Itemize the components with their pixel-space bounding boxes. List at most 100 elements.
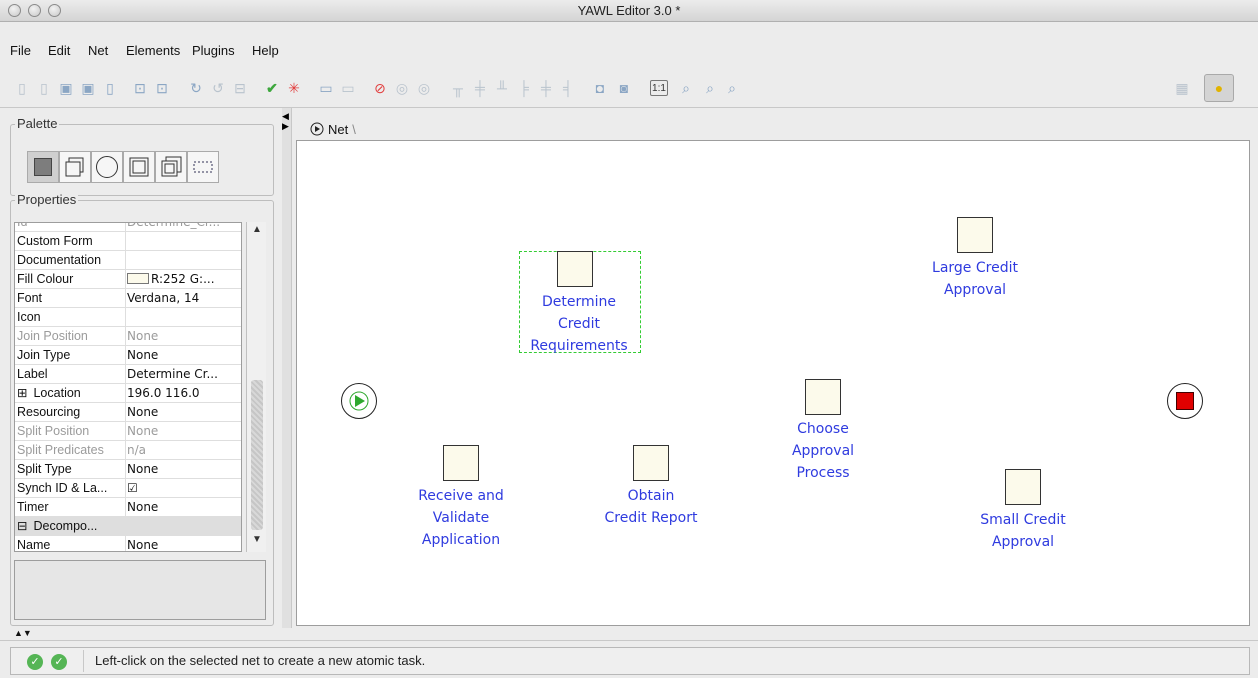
property-row[interactable]: Split Predicates n/a (15, 441, 241, 460)
property-row[interactable]: Resourcing None (15, 403, 241, 422)
atomic-task-tool[interactable] (27, 151, 59, 183)
property-value[interactable]: Verdana, 14 (127, 289, 241, 307)
collapse-icon[interactable]: ⊟ (17, 519, 27, 533)
validate-icon[interactable]: ✔ (262, 78, 282, 98)
align-middle-icon[interactable]: ╪ (470, 78, 490, 98)
property-value[interactable]: ☑ (127, 479, 241, 497)
vertical-split-arrows-icon[interactable]: ▲▼ (14, 628, 32, 638)
export-icon[interactable]: ⊡ (152, 78, 172, 98)
save-icon[interactable]: ▣ (56, 78, 76, 98)
notes-icon[interactable]: ● (1204, 74, 1234, 102)
align-bottom-icon[interactable]: ╨ (492, 78, 512, 98)
expand-icon[interactable]: ⊞ (17, 386, 27, 400)
expand-right-icon[interactable]: ▶ (282, 122, 289, 131)
import-icon[interactable]: ⊡ (130, 78, 150, 98)
property-row[interactable]: Split Type None (15, 460, 241, 479)
menu-elements[interactable]: Elements (126, 43, 180, 58)
increase-size-icon[interactable]: ◘ (590, 78, 610, 98)
close-specification-icon[interactable]: ▯ (100, 78, 120, 98)
properties-scrollbar[interactable]: ▲ ▼ (246, 222, 266, 552)
multiple-composite-task-tool[interactable] (155, 151, 187, 183)
new-specification-icon[interactable]: ▯ (12, 78, 32, 98)
property-row[interactable]: ⊟ Decompo... (15, 517, 241, 536)
menu-file[interactable]: File (10, 43, 31, 58)
add-net-icon[interactable]: ▭ (316, 78, 336, 98)
property-row[interactable]: Fill Colour R:252 G:... (15, 270, 241, 289)
grid-icon[interactable]: ▦ (1172, 78, 1192, 98)
property-row[interactable]: Id Determine_Cr... (15, 223, 241, 232)
property-row[interactable]: Timer None (15, 498, 241, 517)
scroll-up-icon[interactable]: ▲ (250, 224, 264, 238)
property-value[interactable]: n/a (127, 441, 241, 459)
task-label-determine[interactable]: Determine Credit Requirements (509, 291, 649, 357)
menu-help[interactable]: Help (252, 43, 279, 58)
property-value[interactable]: None (127, 422, 241, 440)
tab-net[interactable]: Net \ (302, 118, 364, 140)
property-row[interactable]: ⊞ Location 196.0 116.0 (15, 384, 241, 403)
property-value[interactable]: Determine Cr... (127, 365, 241, 383)
property-value[interactable]: None (127, 498, 241, 516)
task-label-obtain[interactable]: Obtain Credit Report (581, 485, 721, 529)
task-label-choose[interactable]: Choose Approval Process (753, 418, 893, 484)
property-value[interactable] (127, 517, 241, 535)
multiple-atomic-task-tool[interactable] (59, 151, 91, 183)
condition-tool[interactable] (91, 151, 123, 183)
net-canvas[interactable]: Determine Credit Requirements Large Credit… (296, 140, 1250, 626)
task-label-large[interactable]: Large Credit Approval (905, 257, 1045, 301)
property-row[interactable]: Synch ID & La... ☑ (15, 479, 241, 498)
composite-task-tool[interactable] (123, 151, 155, 183)
property-value[interactable]: 196.0 116.0 (127, 384, 241, 402)
scroll-thumb[interactable] (251, 380, 263, 530)
data-variables-icon[interactable]: ◎ (392, 78, 412, 98)
task-obtain-credit-report[interactable] (633, 445, 669, 481)
property-row[interactable]: Join Type None (15, 346, 241, 365)
property-row[interactable]: Split Position None (15, 422, 241, 441)
decrease-size-icon[interactable]: ◙ (614, 78, 634, 98)
zoom-out-icon[interactable]: ⌕ (676, 78, 696, 98)
zoom-in-icon[interactable]: ⌕ (700, 78, 720, 98)
menu-net[interactable]: Net (88, 43, 108, 58)
property-value[interactable]: None (127, 346, 241, 364)
property-value[interactable]: R:252 G:... (127, 270, 241, 288)
align-right-icon[interactable]: ╡ (558, 78, 578, 98)
task-small-credit-approval[interactable] (1005, 469, 1041, 505)
split-pane-divider[interactable]: ◀ ▶ (282, 108, 292, 628)
save-as-icon[interactable]: ▣ (78, 78, 98, 98)
property-value[interactable]: None (127, 536, 241, 551)
output-condition[interactable] (1167, 383, 1203, 419)
property-value[interactable]: None (127, 327, 241, 345)
property-row[interactable]: Label Determine Cr... (15, 365, 241, 384)
task-choose-approval-process[interactable] (805, 379, 841, 415)
menu-edit[interactable]: Edit (48, 43, 70, 58)
property-value[interactable] (127, 251, 241, 269)
zoom-fit-icon[interactable]: ⌕ (722, 78, 742, 98)
marquee-selection-tool[interactable] (187, 151, 219, 183)
align-left-icon[interactable]: ╞ (514, 78, 534, 98)
remove-net-icon[interactable]: ▭ (338, 78, 358, 98)
property-value[interactable]: None (127, 403, 241, 421)
menu-plugins[interactable]: Plugins (192, 43, 235, 58)
delete-icon[interactable]: ⊟ (230, 78, 250, 98)
input-condition[interactable] (341, 383, 377, 419)
task-large-credit-approval[interactable] (957, 217, 993, 253)
property-row[interactable]: Name None (15, 536, 241, 551)
scroll-down-icon[interactable]: ▼ (250, 534, 264, 548)
collapse-left-icon[interactable]: ◀ (282, 112, 289, 121)
actual-size-icon[interactable]: 1:1 (650, 80, 668, 96)
redo-icon[interactable]: ↺ (208, 78, 228, 98)
open-specification-icon[interactable]: ▯ (34, 78, 54, 98)
task-label-receive[interactable]: Receive and Validate Application (391, 485, 531, 551)
align-top-icon[interactable]: ╥ (448, 78, 468, 98)
property-value[interactable] (127, 308, 241, 326)
task-label-small[interactable]: Small Credit Approval (953, 509, 1093, 553)
property-row[interactable]: Font Verdana, 14 (15, 289, 241, 308)
task-determine-credit-requirements[interactable] (557, 251, 593, 287)
analyse-icon[interactable]: ✳ (284, 78, 304, 98)
align-center-icon[interactable]: ╪ (536, 78, 556, 98)
property-value[interactable]: None (127, 460, 241, 478)
cancellation-set-icon[interactable]: ⊘ (370, 78, 390, 98)
undo-icon[interactable]: ↻ (186, 78, 206, 98)
property-row[interactable]: Icon (15, 308, 241, 327)
task-receive-and-validate-application[interactable] (443, 445, 479, 481)
property-row[interactable]: Custom Form (15, 232, 241, 251)
